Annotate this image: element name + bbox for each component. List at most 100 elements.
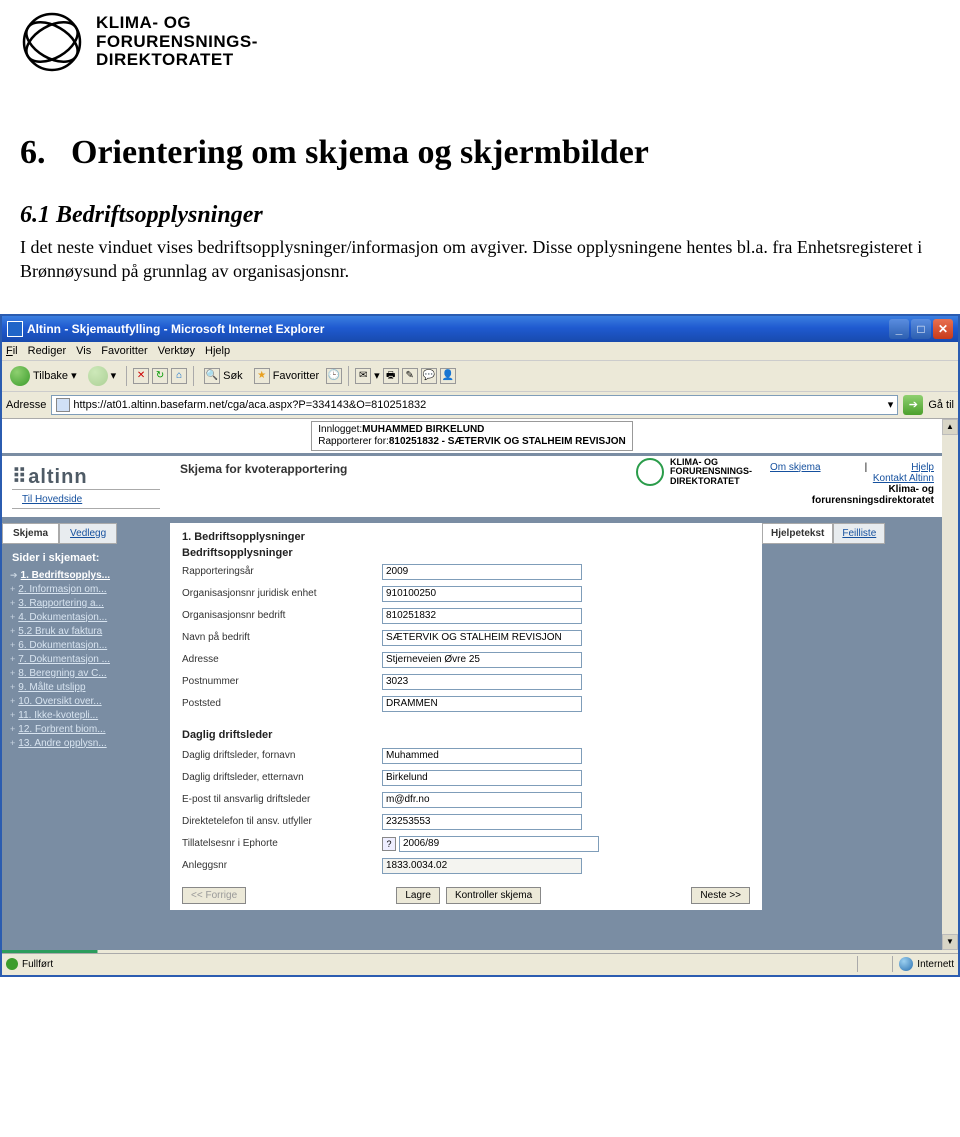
help-icon[interactable]: ? (382, 837, 396, 851)
search-button[interactable]: 🔍Søk (200, 366, 247, 386)
menu-verktoy[interactable]: Verktøy (158, 345, 195, 357)
field-label: Postnummer (182, 676, 382, 687)
field-label: Daglig driftsleder, etternavn (182, 772, 382, 783)
menu-hjelp[interactable]: Hjelp (205, 345, 230, 357)
minimize-button[interactable]: _ (889, 319, 909, 339)
menu-favoritter[interactable]: Favoritter (101, 345, 147, 357)
sidebar-item[interactable]: +8. Beregning av C... (8, 666, 166, 680)
home-icon[interactable]: ⌂ (171, 368, 187, 384)
print-icon[interactable]: 🖶 (383, 368, 399, 384)
menu-rediger[interactable]: Rediger (28, 345, 67, 357)
field-label: Daglig driftsleder, fornavn (182, 750, 382, 761)
sidebar-item[interactable]: +2. Informasjon om... (8, 582, 166, 596)
field-input[interactable] (382, 630, 582, 646)
maximize-button[interactable]: □ (911, 319, 931, 339)
field-label: Tillatelsesnr i Ephorte (182, 838, 382, 849)
field-label: Organisasjonsnr juridisk enhet (182, 588, 382, 599)
favorites-button[interactable]: ★Favoritter (250, 366, 323, 386)
history-icon[interactable]: 🕒 (326, 368, 342, 384)
save-button[interactable]: Lagre (396, 887, 440, 904)
address-input[interactable]: https://at01.altinn.basefarm.net/cga/aca… (51, 395, 898, 415)
sidebar-item[interactable]: +13. Andre opplysn... (8, 736, 166, 750)
refresh-icon[interactable]: ↻ (152, 368, 168, 384)
sidebar-item[interactable]: +4. Dokumentasjon... (8, 610, 166, 624)
menu-vis[interactable]: Vis (76, 345, 91, 357)
field-input[interactable] (382, 696, 582, 712)
sidebar-item[interactable]: +6. Dokumentasjon... (8, 638, 166, 652)
vertical-scrollbar[interactable]: ▲ ▼ (942, 419, 958, 950)
sidebar-item[interactable]: +5.2 Bruk av faktura (8, 624, 166, 638)
sidebar-item[interactable]: +12. Forbrent biom... (8, 722, 166, 736)
form-section-num: 1. Bedriftsopplysninger (182, 529, 750, 545)
back-icon (10, 366, 30, 386)
field-label: Adresse (182, 654, 382, 665)
tab-hjelpetekst[interactable]: Hjelpetekst (762, 523, 833, 544)
sidebar-heading: Sider i skjemaet: (2, 544, 170, 568)
hjelp-link[interactable]: Hjelp (911, 462, 934, 473)
browser-toolbar: Tilbake ▾ ▾ ✕ ↻ ⌂ 🔍Søk ★Favoritter 🕒 ✉▾ … (2, 361, 958, 392)
field-input[interactable] (382, 748, 582, 764)
back-button[interactable]: Tilbake ▾ (6, 364, 81, 388)
discuss-icon[interactable]: 💬 (421, 368, 437, 384)
form-panel: 1. Bedriftsopplysninger Bedriftsopplysni… (170, 523, 762, 910)
field-label: Navn på bedrift (182, 632, 382, 643)
sidebar-item[interactable]: ➔1. Bedriftsopplys... (8, 568, 166, 582)
logged-in-strip: Innlogget:MUHAMMED BIRKELUND Rapporterer… (2, 419, 942, 456)
sidebar-item[interactable]: +7. Dokumentasjon ... (8, 652, 166, 666)
field-input[interactable] (382, 770, 582, 786)
dropdown-icon[interactable]: ▾ (888, 398, 894, 411)
form-row: Poststed (182, 693, 750, 715)
go-button[interactable]: ➔ (903, 395, 923, 415)
form-row: Daglig driftsleder, etternavn (182, 767, 750, 789)
scroll-down-icon[interactable]: ▼ (942, 934, 958, 950)
form-row: Tillatelsesnr i Ephorte? (182, 833, 750, 855)
form-row: Direktetelefon til ansv. utfyller (182, 811, 750, 833)
sidebar-item[interactable]: +10. Oversikt over... (8, 694, 166, 708)
tab-vedlegg[interactable]: Vedlegg (59, 523, 117, 544)
body-text: I det neste vinduet vises bedriftsopplys… (0, 235, 960, 314)
kontakt-link[interactable]: Kontakt Altinn (873, 473, 934, 484)
field-input[interactable] (382, 586, 582, 602)
form-row: E-post til ansvarlig driftsleder (182, 789, 750, 811)
form-row: Navn på bedrift (182, 627, 750, 649)
mail-icon[interactable]: ✉ (355, 368, 371, 384)
sidebar-item[interactable]: +9. Målte utslipp (8, 680, 166, 694)
tab-feilliste[interactable]: Feilliste (833, 523, 885, 544)
browser-window: Altinn - Skjemautfylling - Microsoft Int… (0, 314, 960, 977)
check-button[interactable]: Kontroller skjema (446, 887, 541, 904)
stop-icon[interactable]: ✕ (133, 368, 149, 384)
page-list: ➔1. Bedriftsopplys...+2. Informasjon om.… (2, 568, 170, 760)
messenger-icon[interactable]: 👤 (440, 368, 456, 384)
menu-fil[interactable]: Fil (6, 345, 18, 357)
sidebar-item[interactable]: +11. Ikke-kvotepli... (8, 708, 166, 722)
field-input[interactable] (382, 792, 582, 808)
help-panel: Hjelpetekst Feilliste (762, 523, 942, 910)
field-input[interactable] (382, 564, 582, 580)
org-name: KLIMA- OG FORURENSNINGS- DIREKTORATET (96, 14, 258, 70)
sidebar: Skjema Vedlegg Sider i skjemaet: ➔1. Bed… (2, 523, 170, 910)
forward-button[interactable]: ▾ (84, 364, 121, 388)
menu-bar: Fil Rediger Vis Favoritter Verktøy Hjelp (2, 342, 958, 361)
prev-button[interactable]: << Forrige (182, 887, 246, 904)
field-input[interactable] (382, 858, 582, 874)
search-icon: 🔍 (204, 368, 220, 384)
sidebar-item[interactable]: +3. Rapportering a... (8, 596, 166, 610)
tab-skjema[interactable]: Skjema (2, 523, 59, 544)
field-input[interactable] (382, 652, 582, 668)
field-label: Rapporteringsår (182, 566, 382, 577)
scroll-up-icon[interactable]: ▲ (942, 419, 958, 435)
window-titlebar[interactable]: Altinn - Skjemautfylling - Microsoft Int… (2, 316, 958, 342)
field-input[interactable] (382, 674, 582, 690)
field-input[interactable] (382, 608, 582, 624)
hovedside-link[interactable]: Til Hovedside (22, 494, 82, 505)
field-input[interactable] (382, 814, 582, 830)
om-skjema-link[interactable]: Om skjema (770, 462, 821, 473)
zone-icon (899, 957, 913, 971)
status-text: Fullført (22, 959, 53, 970)
close-button[interactable]: ✕ (933, 319, 953, 339)
star-icon: ★ (254, 368, 270, 384)
edit-icon[interactable]: ✎ (402, 368, 418, 384)
field-input[interactable] (399, 836, 599, 852)
status-bar: Fullført Internett (2, 953, 958, 975)
next-button[interactable]: Neste >> (691, 887, 750, 904)
